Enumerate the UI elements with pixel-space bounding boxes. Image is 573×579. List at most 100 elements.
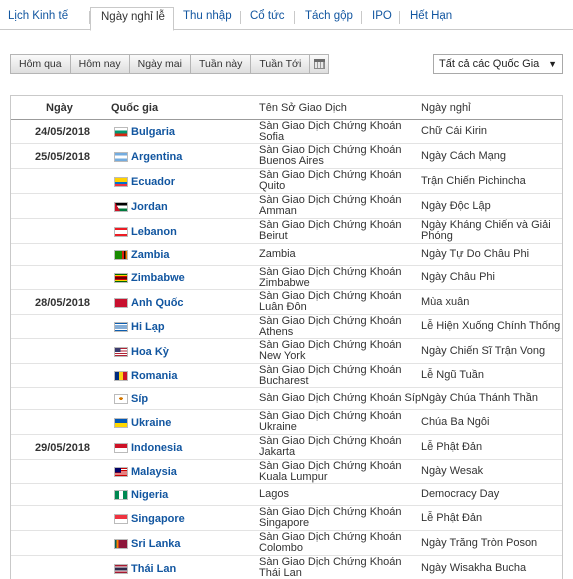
calendar-button[interactable] [309,54,330,74]
row-country-link[interactable]: Anh Quốc [131,297,184,309]
row-date: 25/05/2018 [35,151,91,163]
tab-bar: Lịch Kinh tế Ngày nghỉ lễ Thu nhập Cổ tứ… [0,0,573,31]
table-row: Hi Lạp Sàn Giao Dịch Chứng Khoán Athens Lễ … [11,315,562,339]
row-date: 24/05/2018 [35,126,91,138]
next-week-button[interactable]: Tuần Tới [250,54,310,74]
row-exchange: Sàn Giao Dịch Chứng Khoán Buenos Aires [259,144,402,167]
row-holiday: Democracy Day [421,488,500,500]
row-holiday: Ngày Trăng Tròn Poson [421,537,538,549]
row-country-link[interactable]: Hoa Kỳ [131,346,169,358]
table-row: Ukraine Sàn Giao Dịch Chứng Khoán Ukraine C… [11,410,562,435]
tab-divider [399,11,400,24]
table-row: Sri Lanka Sàn Giao Dịch Chứng Khoán Colomb… [11,531,562,556]
row-holiday: Ngày Cách Mạng [421,150,506,162]
tab-economic-calendar[interactable]: Lịch Kinh tế [8,7,68,30]
zimbabwe-flag-icon [114,273,128,283]
row-country-link[interactable]: Singapore [131,513,185,525]
greece-flag-icon [114,322,128,332]
row-country-link[interactable]: Ecuador [131,176,175,188]
table-row: Hoa Kỳ Sàn Giao Dịch Chứng Khoán New York N… [11,339,562,364]
jordan-flag-icon [114,202,128,212]
row-holiday: Ngày Chiến Sĩ Trận Vong [421,345,546,357]
table-row: 25/05/2018 Argentina Sàn Giao Dịch Chứng K… [11,144,562,169]
row-exchange: Sàn Giao Dịch Chứng Khoán Colombo [259,531,402,554]
tab-ipo[interactable]: IPO [372,7,392,30]
table-row: 29/05/2018 Indonesia Sàn Giao Dịch Chứng K… [11,435,562,460]
table-row: Romania Sàn Giao Dịch Chứng Khoán Buchares… [11,364,562,388]
thailand-flag-icon [114,564,128,574]
row-country-link[interactable]: Indonesia [131,442,182,454]
row-exchange: Sàn Giao Dịch Chứng Khoán Kuala Lumpur [259,460,402,483]
row-country-link[interactable]: Malaysia [131,466,177,478]
row-holiday: Mùa xuân [421,296,470,308]
table-row: Jordan Sàn Giao Dịch Chứng Khoán Amman Ngày… [11,194,562,219]
tab-dividends[interactable]: Cổ tức [250,7,285,30]
tab-expirations[interactable]: Hết Hạn [410,7,452,30]
row-holiday: Ngày Wesak [421,465,484,477]
tab-earnings[interactable]: Thu nhập [183,7,232,30]
row-holiday: Ngày Độc Lập [421,200,491,212]
row-holiday: Ngày Chúa Thánh Thần [421,392,539,404]
tab-divider [361,11,362,24]
tomorrow-button[interactable]: Ngày mai [128,54,190,74]
row-country-link[interactable]: Zambia [131,249,170,261]
row-exchange: Sàn Giao Dịch Chứng Khoán Síp [259,392,422,404]
row-holiday: Ngày Kháng Chiến và Giải Phóng [421,219,551,242]
table-row: Malaysia Sàn Giao Dịch Chứng Khoán Kuala L… [11,460,562,484]
row-country-link[interactable]: Bulgaria [131,126,175,138]
row-exchange: Sàn Giao Dịch Chứng Khoán Sofia [259,120,402,143]
table-row: Singapore Sàn Giao Dịch Chứng Khoán Singap… [11,506,562,531]
row-holiday: Lễ Phật Đản [421,512,483,524]
tab-divider [294,11,295,24]
row-holiday: Lễ Ngũ Tuần [421,369,484,381]
ukraine-flag-icon [114,418,128,428]
table-row: Ecuador Sàn Giao Dịch Chứng Khoán Quito Trậ… [11,169,562,194]
row-country-link[interactable]: Romania [131,370,177,382]
row-exchange: Sàn Giao Dịch Chứng Khoán Beirut [259,219,402,242]
header-country: Quốc gia [111,102,159,114]
row-holiday: Chúa Ba Ngôi [421,416,490,428]
row-exchange: Sàn Giao Dịch Chứng Khoán Quito [259,169,402,192]
dropdown-caret-icon: ▼ [548,59,557,69]
row-holiday: Chữ Cái Kirin [421,125,488,137]
tab-splits[interactable]: Tách gộp [305,7,353,30]
calendar-icon [314,59,326,69]
country-filter-select[interactable]: Tất cả các Quốc Gia ▼ [433,54,563,74]
holidays-table: Ngày Quốc gia Tên Sở Giao Dịch Ngày nghỉ… [10,95,563,579]
today-button[interactable]: Hôm nay [69,54,129,74]
table-row: 24/05/2018 Bulgaria Sàn Giao Dịch Chứng Kh… [11,120,562,144]
singapore-flag-icon [114,514,128,524]
row-country-link[interactable]: Ukraine [131,417,171,429]
row-exchange: Sàn Giao Dịch Chứng Khoán Singapore [259,506,402,529]
zambia-flag-icon [114,250,128,260]
row-country-link[interactable]: Thái Lan [131,563,176,575]
usa-flag-icon [114,347,128,357]
row-date: 28/05/2018 [35,297,91,309]
row-date: 29/05/2018 [35,442,91,454]
row-exchange: Sàn Giao Dịch Chứng Khoán Thái Lan [259,556,402,579]
row-country-link[interactable]: Lebanon [131,226,177,238]
row-exchange: Sàn Giao Dịch Chứng Khoán Luân Đôn [259,290,402,313]
row-country-link[interactable]: Nigeria [131,489,168,501]
row-country-link[interactable]: Hi Lạp [131,321,165,333]
indonesia-flag-icon [114,443,128,453]
table-row: Síp Sàn Giao Dịch Chứng Khoán Síp Ngày Chú… [11,388,562,410]
row-holiday: Ngày Wisakha Bucha [421,562,527,574]
row-holiday: Trận Chiến Pichincha [421,175,526,187]
row-country-link[interactable]: Zimbabwe [131,272,185,284]
row-country-link[interactable]: Argentina [131,151,182,163]
date-range-buttons: Hôm qua Hôm nay Ngày mai Tuần này Tuần T… [10,54,330,74]
this-week-button[interactable]: Tuần này [189,54,251,74]
cyprus-flag-icon [114,394,128,404]
row-exchange: Sàn Giao Dịch Chứng Khoán Amman [259,194,402,217]
sri-lanka-flag-icon [114,539,128,549]
country-filter-value: Tất cả các Quốc Gia [439,58,540,70]
yesterday-button[interactable]: Hôm qua [10,54,70,74]
uk-flag-icon [114,298,128,308]
malaysia-flag-icon [114,467,128,477]
row-country-link[interactable]: Jordan [131,201,168,213]
tab-holidays[interactable]: Ngày nghỉ lễ [90,7,174,31]
row-exchange: Sàn Giao Dịch Chứng Khoán Jakarta [259,435,402,458]
row-country-link[interactable]: Sri Lanka [131,538,181,550]
row-country-link[interactable]: Síp [131,393,148,405]
